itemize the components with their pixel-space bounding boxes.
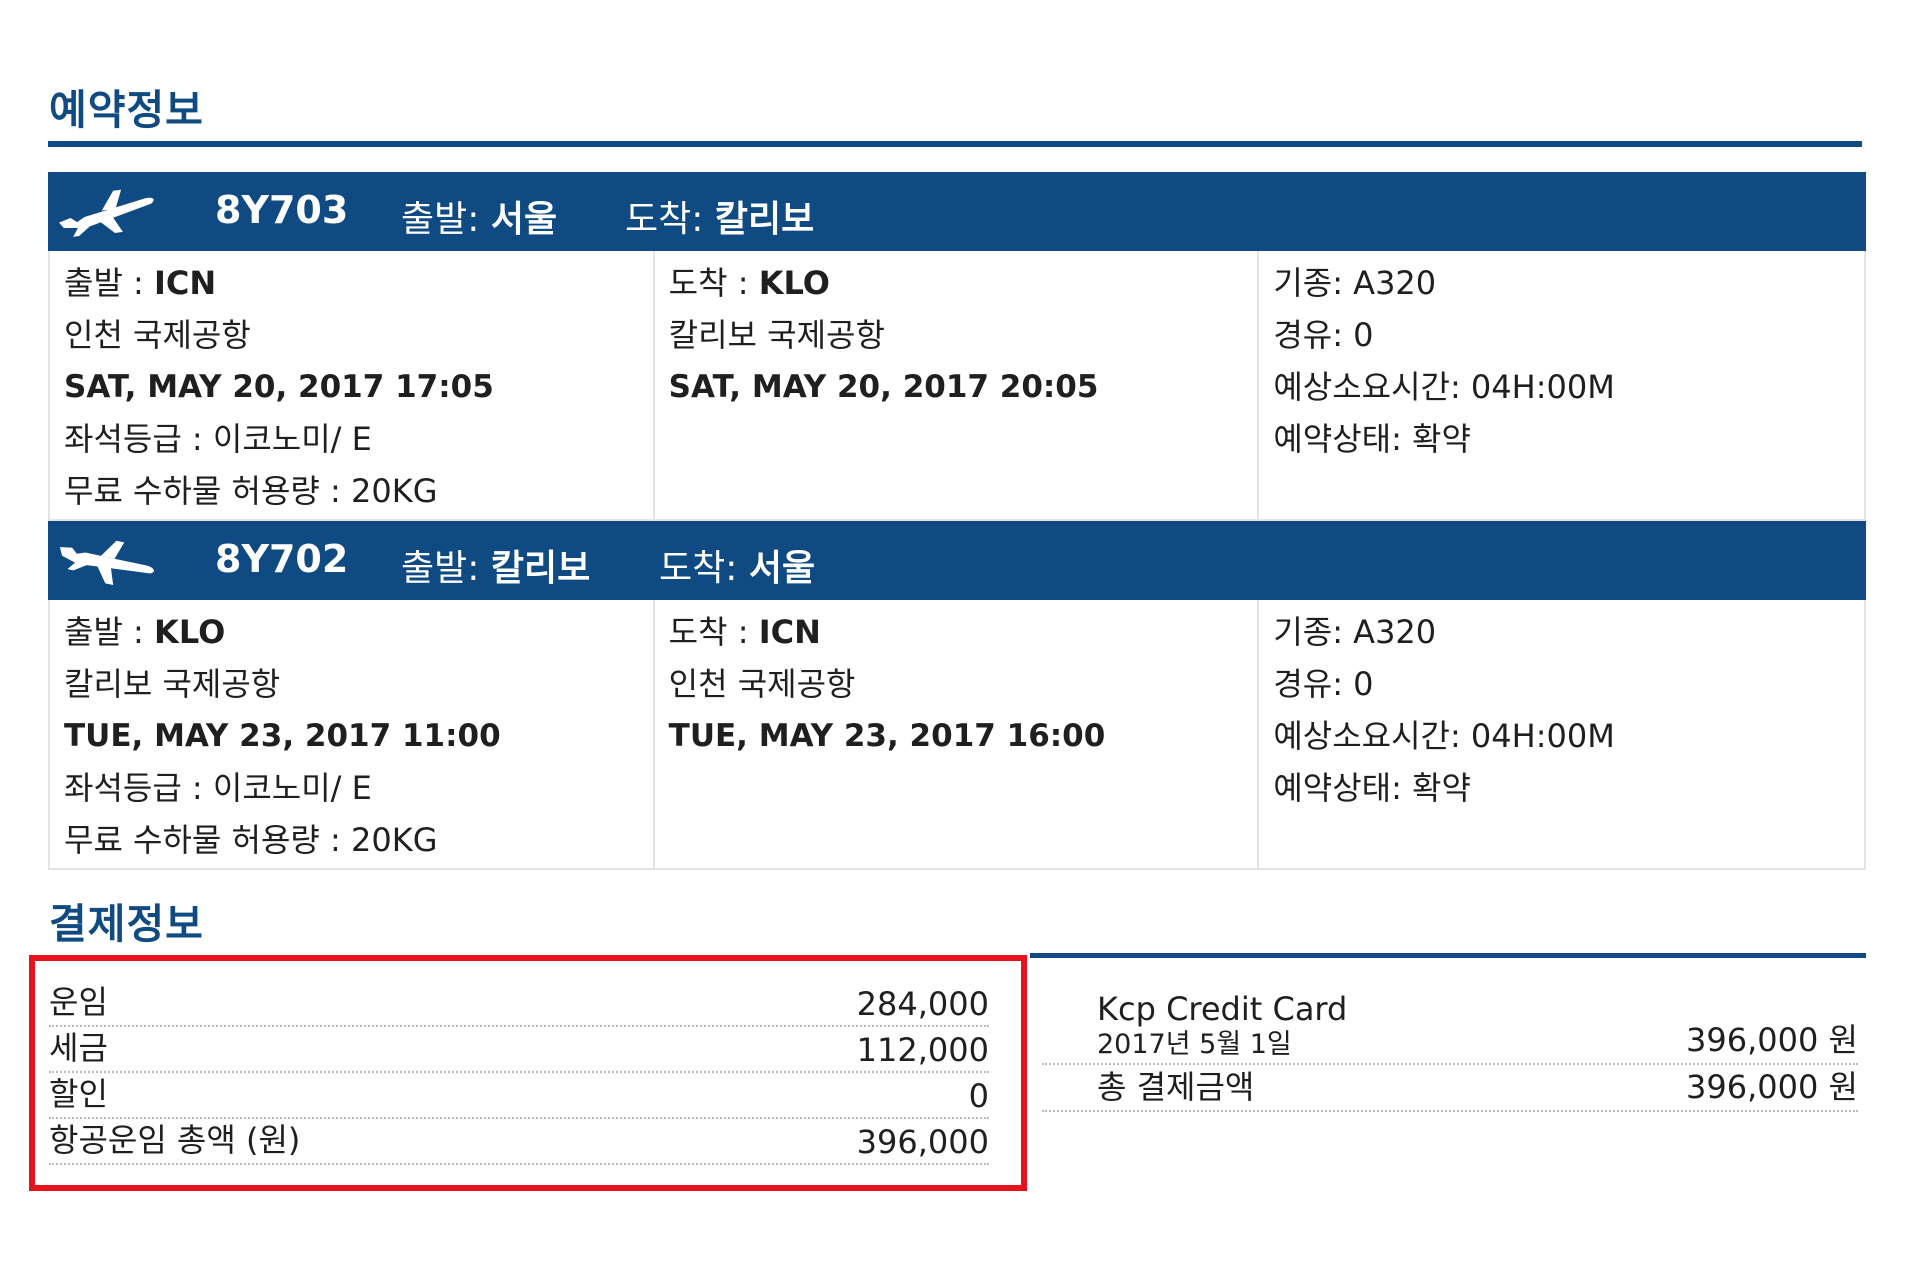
fare-value: 284,000 — [856, 985, 989, 1023]
estimated-duration: 예상소요시간: 04H:00M — [1273, 368, 1615, 406]
flight-number: 8Y702 — [215, 537, 349, 581]
flight-number: 8Y703 — [215, 188, 349, 232]
departure-datetime: SAT, MAY 20, 2017 17:05 — [64, 369, 494, 405]
discount-value: 0 — [968, 1077, 989, 1115]
title-divider — [48, 141, 1862, 147]
flight-header-return: 8Y702 출발: 칼리보 도착: 서울 — [48, 521, 1866, 600]
header-arrival-city: 칼리보 — [714, 199, 815, 240]
departure-datetime: TUE, MAY 23, 2017 11:00 — [64, 718, 501, 754]
header-arrival: 도착: 서울 — [659, 539, 815, 591]
payment-date: 2017년 5월 1일 — [1097, 1029, 1292, 1060]
aircraft-type: 기종: A320 — [1273, 613, 1437, 651]
booking-status: 예약상태: 확약 — [1273, 769, 1471, 807]
payment-date-row: 2017년 5월 1일 396,000 원 — [1042, 1021, 1858, 1065]
arrival-datetime: TUE, MAY 23, 2017 16:00 — [668, 718, 1106, 754]
header-arrival-label: 도착: — [625, 199, 704, 240]
arrival-airport: 칼리보 국제공항 — [668, 316, 885, 354]
reservation-title: 예약정보 — [49, 86, 204, 134]
fare-row: 운임 284,000 — [49, 983, 989, 1027]
arrival-label: 도착 : — [668, 264, 759, 302]
departure-label: 출발 : — [64, 264, 155, 302]
departure-info: 출발 : KLO — [64, 606, 653, 658]
tax-label: 세금 — [49, 1029, 108, 1067]
fare-total-row: 항공운임 총액 (원) 396,000 — [49, 1121, 989, 1165]
estimated-duration: 예상소요시간: 04H:00M — [1273, 717, 1615, 755]
flight-header-outbound: 8Y703 출발: 서울 도착: 칼리보 — [48, 172, 1866, 251]
fare-breakdown-highlight: 운임 284,000 세금 112,000 할인 0 항공운임 총액 (원) 3… — [29, 955, 1027, 1191]
arrival-label: 도착 : — [668, 613, 759, 651]
header-arrival-label: 도착: — [659, 548, 738, 589]
tax-value: 112,000 — [856, 1031, 989, 1069]
arrival-info: 도착 : KLO — [669, 257, 1258, 309]
flight-details-return: 출발 : KLO 칼리보 국제공항 TUE, MAY 23, 2017 11:0… — [48, 600, 1866, 870]
fare-total-value: 396,000 — [856, 1123, 989, 1161]
stopovers: 경유: 0 — [1273, 316, 1374, 354]
tax-row: 세금 112,000 — [49, 1029, 989, 1073]
flight-info-column: 기종: A320 경유: 0 예상소요시간: 04H:00M 예약상태: 확약 — [1259, 251, 1864, 519]
payment-title: 결제정보 — [49, 900, 204, 948]
departure-code: ICN — [154, 264, 217, 302]
header-departure-label: 출발: — [401, 199, 480, 240]
payment-date-amount: 396,000 원 — [1686, 1021, 1858, 1059]
booking-status: 예약상태: 확약 — [1273, 420, 1471, 458]
baggage-allowance: 무료 수하물 허용량 : 20KG — [64, 472, 438, 510]
header-departure-label: 출발: — [401, 548, 480, 589]
departure-code: KLO — [154, 613, 226, 651]
flight-info-column: 기종: A320 경유: 0 예상소요시간: 04H:00M 예약상태: 확약 — [1259, 600, 1864, 868]
fare-label: 운임 — [49, 983, 108, 1021]
header-departure: 출발: 서울 — [401, 190, 557, 242]
baggage-allowance: 무료 수하물 허용량 : 20KG — [64, 821, 438, 859]
discount-row: 할인 0 — [49, 1075, 989, 1119]
header-arrival: 도착: 칼리보 — [625, 190, 814, 242]
departure-column: 출발 : ICN 인천 국제공항 SAT, MAY 20, 2017 17:05… — [50, 251, 655, 519]
arrival-code: ICN — [758, 613, 821, 651]
header-departure-city: 서울 — [490, 199, 558, 240]
departure-column: 출발 : KLO 칼리보 국제공항 TUE, MAY 23, 2017 11:0… — [50, 600, 655, 868]
arrival-column: 도착 : ICN 인천 국제공항 TUE, MAY 23, 2017 16:00 — [655, 600, 1260, 868]
arrival-column: 도착 : KLO 칼리보 국제공항 SAT, MAY 20, 2017 20:0… — [655, 251, 1260, 519]
arrival-airport: 인천 국제공항 — [668, 665, 856, 703]
arrival-info: 도착 : ICN — [669, 606, 1258, 658]
departure-airport: 칼리보 국제공항 — [64, 665, 281, 703]
flight-details-outbound: 출발 : ICN 인천 국제공항 SAT, MAY 20, 2017 17:05… — [48, 251, 1866, 521]
seat-class: 좌석등급 : 이코노미/ E — [64, 769, 372, 807]
payment-total-label: 총 결제금액 — [1097, 1068, 1255, 1106]
airplane-landing-icon — [59, 540, 154, 586]
departure-airport: 인천 국제공항 — [64, 316, 251, 354]
payment-divider — [1030, 953, 1866, 958]
arrival-code: KLO — [758, 264, 830, 302]
header-departure-city: 칼리보 — [490, 548, 591, 589]
header-departure: 출발: 칼리보 — [401, 539, 590, 591]
airplane-takeoff-icon — [59, 189, 154, 237]
departure-label: 출발 : — [64, 613, 155, 651]
stopovers: 경유: 0 — [1273, 665, 1374, 703]
payment-total-amount: 396,000 원 — [1686, 1068, 1858, 1106]
header-arrival-city: 서울 — [748, 548, 816, 589]
arrival-datetime: SAT, MAY 20, 2017 20:05 — [668, 369, 1099, 405]
aircraft-type: 기종: A320 — [1273, 264, 1437, 302]
departure-info: 출발 : ICN — [64, 257, 653, 309]
fare-total-label: 항공운임 총액 (원) — [49, 1121, 301, 1159]
payment-total-row: 총 결제금액 396,000 원 — [1042, 1068, 1858, 1112]
discount-label: 할인 — [49, 1075, 108, 1113]
seat-class: 좌석등급 : 이코노미/ E — [64, 420, 372, 458]
